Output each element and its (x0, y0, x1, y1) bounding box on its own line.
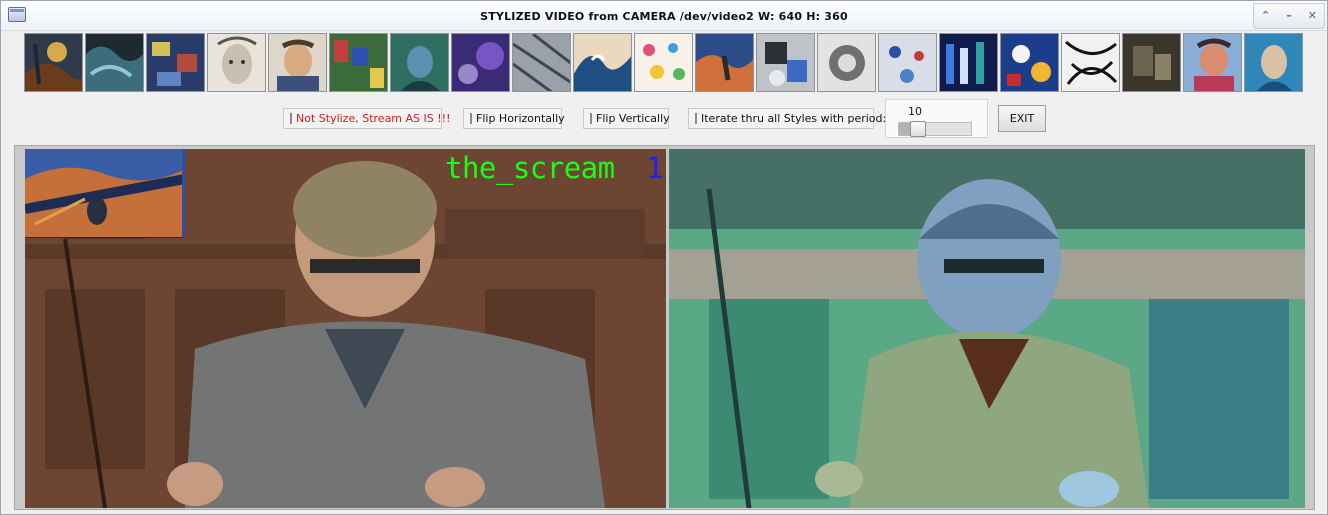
style-thumbnail[interactable] (1000, 33, 1059, 92)
close-button[interactable]: ✕ (1303, 7, 1321, 25)
app-window: STYLIZED VIDEO from CAMERA /dev/video2 W… (0, 0, 1328, 515)
style-thumbnail[interactable] (1183, 33, 1242, 92)
style-thumbnail[interactable] (634, 33, 693, 92)
style-thumbnails (24, 33, 1303, 93)
style-thumbnail[interactable] (939, 33, 998, 92)
period-slider-handle[interactable] (910, 121, 926, 137)
video-panel: the_scream 12 (14, 145, 1315, 510)
style-thumbnail[interactable] (1244, 33, 1303, 92)
style-thumbnail[interactable] (1061, 33, 1120, 92)
style-thumbnail[interactable] (85, 33, 144, 92)
style-thumbnail[interactable] (390, 33, 449, 92)
style-thumbnail[interactable] (878, 33, 937, 92)
window-controls: ⌃ – ✕ (1253, 3, 1325, 29)
style-thumbnail[interactable] (1122, 33, 1181, 92)
style-thumbnail[interactable] (451, 33, 510, 92)
style-index-overlay: 12 (646, 151, 666, 185)
checkbox-square[interactable] (290, 113, 292, 124)
maximize-button[interactable]: ⌃ (1257, 7, 1275, 25)
not-stylize-label: Not Stylize, Stream AS IS !!! (296, 112, 451, 125)
style-thumbnail[interactable] (329, 33, 388, 92)
style-thumbnail[interactable] (268, 33, 327, 92)
style-thumbnail[interactable] (146, 33, 205, 92)
checkbox-square[interactable] (695, 113, 697, 124)
current-style-preview (25, 149, 185, 238)
iterate-styles-checkbox[interactable]: Iterate thru all Styles with period: (688, 108, 886, 129)
period-slider-panel: 10 (885, 99, 988, 138)
style-name-overlay: the_scream (445, 151, 615, 185)
stylized-video-frame (669, 149, 1305, 508)
title-bar[interactable]: STYLIZED VIDEO from CAMERA /dev/video2 W… (1, 1, 1327, 31)
period-slider[interactable] (898, 121, 972, 137)
checkbox-square[interactable] (590, 113, 592, 124)
style-thumbnail[interactable] (207, 33, 266, 92)
not-stylize-checkbox[interactable]: Not Stylize, Stream AS IS !!! (283, 108, 450, 129)
exit-button[interactable]: EXIT (998, 105, 1046, 132)
flip-horizontally-checkbox[interactable]: Flip Horizontally (463, 108, 565, 129)
window-title: STYLIZED VIDEO from CAMERA /dev/video2 W… (480, 10, 848, 23)
style-thumbnail[interactable] (24, 33, 83, 92)
flip-horizontally-label: Flip Horizontally (476, 112, 565, 125)
style-thumbnail[interactable] (756, 33, 815, 92)
flip-vertically-checkbox[interactable]: Flip Vertically (583, 108, 670, 129)
iterate-styles-label: Iterate thru all Styles with period: (701, 112, 887, 125)
style-thumbnail[interactable] (695, 33, 754, 92)
style-thumbnail[interactable] (573, 33, 632, 92)
checkbox-square[interactable] (470, 113, 472, 124)
style-thumbnail[interactable] (817, 33, 876, 92)
style-thumbnail[interactable] (512, 33, 571, 92)
minimize-button[interactable]: – (1280, 7, 1298, 25)
flip-vertically-label: Flip Vertically (596, 112, 670, 125)
controls-bar: Not Stylize, Stream AS IS !!! Flip Horiz… (1, 98, 1327, 140)
period-value: 10 (908, 105, 922, 118)
stylized-video-image (669, 149, 1305, 508)
